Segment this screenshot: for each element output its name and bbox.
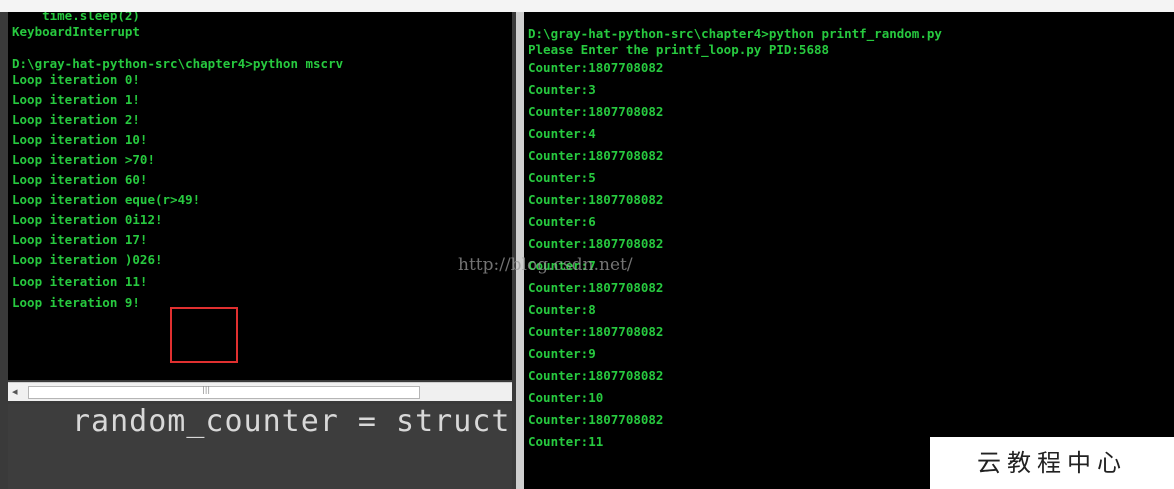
- console-line: Counter:1807708082: [528, 148, 664, 163]
- left-console-window: time.sleep(2) KeyboardInterrupt D:\gray-…: [0, 12, 516, 489]
- console-line: Counter:9: [528, 346, 596, 361]
- brand-badge-text: 云教程中心: [977, 449, 1127, 477]
- left-console-output[interactable]: time.sleep(2) KeyboardInterrupt D:\gray-…: [8, 12, 512, 380]
- console-line: Counter:1807708082: [528, 280, 664, 295]
- console-line: Loop iteration eque(r>49!: [12, 192, 201, 207]
- console-line: time.sleep(2): [12, 12, 140, 23]
- console-line: Counter:3: [528, 82, 596, 97]
- scroll-left-arrow-icon[interactable]: ◂: [12, 385, 18, 398]
- watermark: http://blog.csdn.net/: [458, 255, 633, 275]
- console-line: Counter:1807708082: [528, 368, 664, 383]
- right-console-output[interactable]: D:\gray-hat-python-src\chapter4>python p…: [524, 12, 1174, 489]
- console-line: D:\gray-hat-python-src\chapter4>python m…: [12, 56, 344, 71]
- console-line: Please Enter the printf_loop.py PID:5688: [528, 42, 830, 57]
- console-line: KeyboardInterrupt: [12, 24, 140, 39]
- window-divider: [516, 12, 524, 489]
- console-line: Counter:10: [528, 390, 604, 405]
- console-line: Loop iteration 2!: [12, 112, 140, 127]
- console-line: Loop iteration >70!: [12, 152, 155, 167]
- highlight-box: [170, 307, 238, 363]
- console-line: Counter:6: [528, 214, 596, 229]
- console-line: Counter:1807708082: [528, 412, 664, 427]
- console-line: Loop iteration 0i12!: [12, 212, 163, 227]
- console-line: Counter:11: [528, 434, 604, 449]
- brand-badge: 云教程中心: [930, 437, 1174, 489]
- console-line: Counter:1807708082: [528, 324, 664, 339]
- editor-code-strip: random_counter = struct.: [8, 404, 512, 489]
- horizontal-scrollbar[interactable]: ◂ |||: [8, 382, 512, 401]
- scrollbar-grip-icon: |||: [202, 385, 211, 394]
- console-line: Counter:1807708082: [528, 192, 664, 207]
- console-line: Loop iteration 9!: [12, 295, 140, 310]
- console-line: Counter:1807708082: [528, 236, 664, 251]
- console-line: Counter:8: [528, 302, 596, 317]
- console-line: Counter:5: [528, 170, 596, 185]
- console-line: Loop iteration 1!: [12, 92, 140, 107]
- console-line: Loop iteration 11!: [12, 274, 148, 289]
- console-line: Counter:4: [528, 126, 596, 141]
- console-line: D:\gray-hat-python-src\chapter4>python p…: [528, 26, 942, 41]
- scrollbar-thumb[interactable]: [28, 386, 420, 399]
- console-line: Loop iteration 60!: [12, 172, 148, 187]
- console-line: Loop iteration 17!: [12, 232, 148, 247]
- console-line: Loop iteration )026!: [12, 252, 163, 267]
- console-line: Counter:1807708082: [528, 60, 664, 75]
- console-line: Loop iteration 10!: [12, 132, 148, 147]
- console-line: Counter:1807708082: [528, 104, 664, 119]
- editor-code-line: random_counter = struct.: [72, 404, 512, 439]
- console-line: Loop iteration 0!: [12, 72, 140, 87]
